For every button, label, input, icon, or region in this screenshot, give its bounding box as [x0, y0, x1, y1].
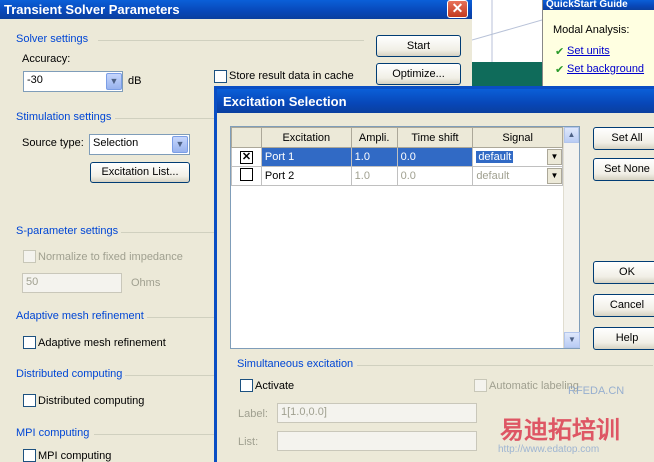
group-divider: [125, 375, 214, 376]
set-all-button[interactable]: Set All: [593, 127, 654, 150]
window-title: Transient Solver Parameters: [4, 2, 180, 17]
accuracy-unit: dB: [128, 75, 142, 87]
table-row[interactable]: Port 2 1.0 0.0 default ▼: [231, 166, 563, 186]
link-set-background[interactable]: Set background: [567, 63, 644, 75]
scroll-up-icon[interactable]: ▲: [564, 127, 579, 143]
close-icon[interactable]: ✕: [447, 0, 468, 18]
activate-checkbox[interactable]: [240, 379, 253, 392]
row-time-shift[interactable]: 0.0: [396, 147, 474, 167]
mpi-computing-label: MPI computing: [16, 427, 90, 439]
column-header-time-shift[interactable]: Time shift: [396, 127, 474, 148]
normalize-label: Normalize to fixed impedance: [38, 251, 183, 263]
label-value: 1[1.0,0.0]: [281, 406, 327, 418]
solver-settings-label: Solver settings: [16, 33, 89, 45]
row-signal: default: [476, 170, 510, 182]
scroll-down-icon[interactable]: ▼: [564, 332, 580, 348]
quickstart-panel: QuickStart Guide Modal Analysis: Set uni…: [542, 0, 654, 86]
chevron-down-icon[interactable]: ▼: [106, 73, 122, 90]
dialog-title: Excitation Selection: [223, 94, 347, 109]
impedance-unit: Ohms: [131, 277, 161, 289]
list-field-label: List:: [238, 436, 259, 448]
column-header-excitation[interactable]: Excitation: [260, 127, 352, 148]
chevron-down-icon[interactable]: ▼: [547, 168, 562, 184]
check-icon: ✔: [555, 46, 565, 58]
group-divider: [115, 118, 214, 119]
accuracy-label: Accuracy:: [22, 53, 71, 65]
chevron-down-icon[interactable]: ▼: [547, 149, 562, 165]
column-header-signal[interactable]: Signal: [472, 127, 563, 148]
row-signal: default: [476, 151, 514, 163]
group-divider: [121, 232, 214, 233]
unchecked-icon[interactable]: [239, 168, 253, 181]
adaptive-mesh-checkbox[interactable]: [23, 336, 36, 349]
quickstart-heading: Modal Analysis:: [553, 24, 630, 36]
group-divider: [98, 40, 364, 41]
row-checkbox-cell[interactable]: ✕: [231, 147, 262, 167]
stimulation-settings-label: Stimulation settings: [16, 111, 112, 123]
automatic-labeling-checkbox[interactable]: [474, 379, 487, 392]
row-signal-select[interactable]: default ▼: [472, 166, 563, 186]
adaptive-mesh-label: Adaptive mesh refinement: [16, 310, 144, 322]
store-result-checkbox[interactable]: [214, 70, 227, 83]
label-input[interactable]: 1[1.0,0.0]: [277, 403, 477, 423]
table-header-row: Excitation Ampli. Time shift Signal: [231, 127, 563, 148]
model-viewport: [471, 0, 543, 86]
main-title-bar: Transient Solver Parameters: [0, 0, 472, 19]
checked-icon[interactable]: ✕: [239, 150, 253, 164]
distributed-computing-label: Distributed computing: [16, 368, 123, 380]
activate-label: Activate: [255, 380, 295, 392]
help-button[interactable]: Help: [593, 327, 654, 350]
row-ampli[interactable]: 1.0: [350, 166, 398, 186]
watermark-brand: 易迪拓培训: [500, 417, 620, 444]
column-header-ampli[interactable]: Ampli.: [350, 127, 398, 148]
ok-button[interactable]: OK: [593, 261, 654, 284]
normalize-checkbox[interactable]: [23, 250, 36, 263]
mpi-computing-checkbox-label: MPI computing: [38, 450, 112, 462]
group-divider: [357, 365, 653, 366]
set-none-button[interactable]: Set None: [593, 158, 654, 181]
impedance-value: 50: [26, 276, 39, 288]
row-excitation: Port 2: [260, 166, 352, 186]
accuracy-value: -30: [27, 74, 43, 86]
distributed-computing-checkbox[interactable]: [23, 394, 36, 407]
mpi-computing-checkbox[interactable]: [23, 449, 36, 462]
automatic-labeling-label: Automatic labeling: [489, 380, 579, 392]
excitation-list-button[interactable]: Excitation List...: [90, 162, 190, 183]
table-row[interactable]: ✕ Port 1 1.0 0.0 default ▼: [231, 147, 563, 167]
simultaneous-excitation-label: Simultaneous excitation: [237, 358, 354, 370]
store-result-label: Store result data in cache: [229, 70, 354, 82]
source-type-value: Selection: [93, 137, 139, 149]
row-ampli[interactable]: 1.0: [350, 147, 398, 167]
watermark-url: http://www.edatop.com: [498, 444, 600, 455]
cancel-button[interactable]: Cancel: [593, 294, 654, 317]
row-time-shift[interactable]: 0.0: [396, 166, 474, 186]
vertical-scrollbar[interactable]: ▲ ▼: [563, 127, 580, 348]
distributed-computing-checkbox-label: Distributed computing: [38, 395, 145, 407]
dialog-title-bar: Excitation Selection: [217, 89, 654, 113]
label-field-label: Label:: [238, 408, 268, 420]
impedance-input[interactable]: 50: [22, 273, 122, 293]
chevron-down-icon[interactable]: ▼: [172, 136, 188, 153]
source-type-label: Source type:: [22, 137, 84, 149]
link-set-units[interactable]: Set units: [567, 45, 610, 57]
row-excitation: Port 1: [260, 147, 352, 167]
adaptive-mesh-checkbox-label: Adaptive mesh refinement: [38, 337, 166, 349]
row-signal-select[interactable]: default ▼: [472, 147, 563, 167]
quickstart-title: QuickStart Guide: [543, 0, 654, 10]
row-checkbox-cell[interactable]: [231, 166, 262, 186]
excitation-table: Excitation Ampli. Time shift Signal ✕ Po…: [230, 126, 580, 349]
sparam-settings-label: S-parameter settings: [16, 225, 119, 237]
watermark-site: RFEDA.CN: [568, 385, 625, 397]
optimize-button[interactable]: Optimize...: [376, 63, 461, 85]
viewport-grid: [471, 0, 543, 86]
group-divider: [94, 434, 214, 435]
list-input[interactable]: [277, 431, 477, 451]
check-icon: ✔: [555, 64, 565, 76]
group-divider: [147, 317, 214, 318]
column-header-check: [231, 127, 262, 148]
start-button[interactable]: Start: [376, 35, 461, 57]
excitation-selection-dialog: Excitation Selection Excitation Ampli. T…: [214, 86, 654, 462]
